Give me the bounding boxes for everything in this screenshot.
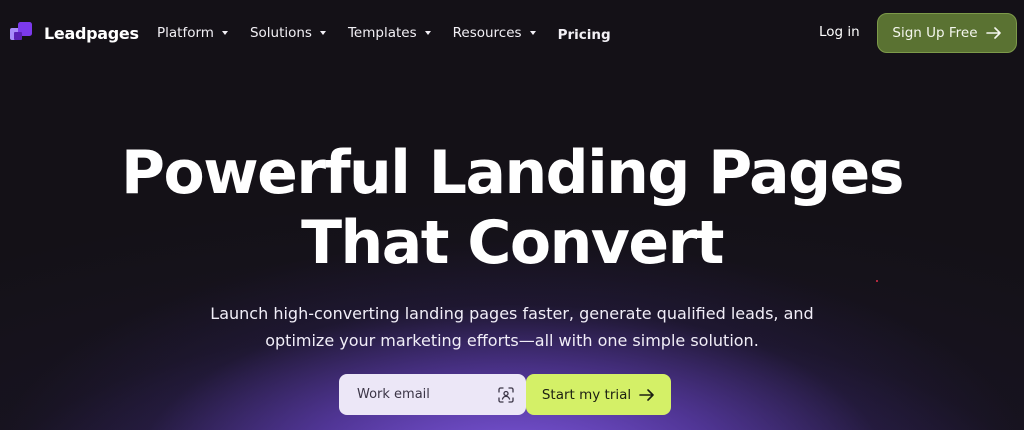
chevron-down-icon [529, 31, 536, 35]
nav-item-label: Pricing [557, 27, 611, 43]
login-link[interactable]: Log in [819, 24, 860, 40]
nav-item-label: Resources [452, 25, 522, 41]
arrow-right-icon [985, 27, 1001, 39]
nav-item-pricing[interactable]: Pricing [558, 27, 611, 43]
hero-subtitle-line: optimize your marketing efforts—all with… [265, 331, 759, 350]
arrow-right-icon [639, 388, 654, 401]
nav-item-label: Platform [157, 25, 214, 41]
nav-item-label: Solutions [249, 25, 312, 41]
hero-subtitle: Launch high-converting landing pages fas… [0, 300, 1024, 354]
chevron-down-icon [319, 31, 326, 35]
nav-item-platform[interactable]: Platform [157, 25, 228, 41]
start-trial-label: Start my trial [541, 386, 632, 403]
cursor-dot [876, 280, 878, 282]
contact-scan-icon[interactable] [498, 386, 514, 403]
nav-item-resources[interactable]: Resources [453, 25, 536, 41]
nav-item-label: Templates [347, 25, 417, 41]
sign-up-label: Sign Up Free [892, 25, 978, 41]
top-navigation: Leadpages Platform Solutions Templates R… [0, 0, 1024, 66]
chevron-down-icon [221, 31, 228, 35]
main-nav: Platform Solutions Templates Resources P… [157, 22, 633, 44]
email-input[interactable] [355, 386, 498, 403]
nav-item-templates[interactable]: Templates [348, 25, 431, 41]
nav-item-solutions[interactable]: Solutions [250, 25, 326, 41]
hero-title-line: Powerful Landing Pages [121, 138, 904, 208]
hero-subtitle-line: Launch high-converting landing pages fas… [210, 304, 814, 323]
chevron-down-icon [424, 31, 431, 35]
hero-title: Powerful Landing Pages That Convert [0, 138, 1024, 278]
logo-text: Leadpages [44, 23, 139, 43]
logo-link[interactable]: Leadpages [10, 20, 139, 46]
leadpages-logo-icon [10, 22, 32, 40]
hero-title-line: That Convert [301, 208, 724, 278]
email-field-container [339, 374, 526, 415]
sign-up-button[interactable]: Sign Up Free [877, 13, 1017, 53]
start-trial-button[interactable]: Start my trial [526, 374, 671, 415]
